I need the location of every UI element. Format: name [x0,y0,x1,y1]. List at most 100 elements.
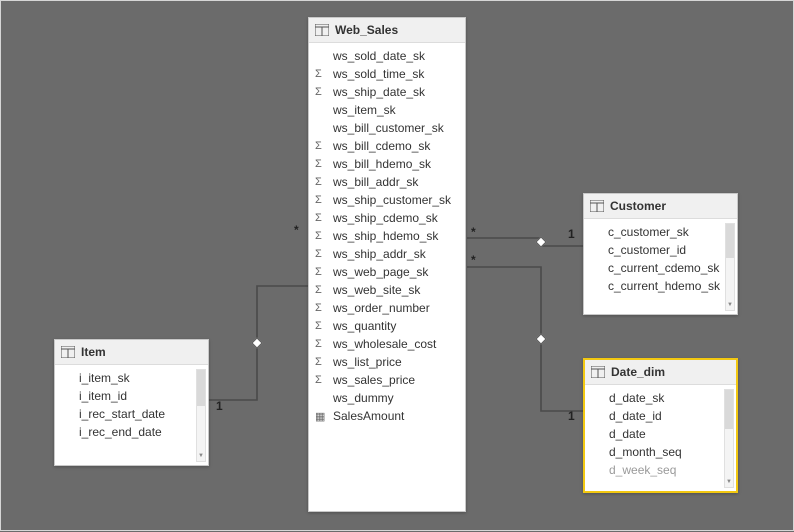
table-header[interactable]: Date_dim [585,360,736,385]
field-row[interactable]: Σws_web_page_sk [309,263,465,281]
field-row[interactable]: Σws_ship_date_sk [309,83,465,101]
field-label: d_date_sk [609,391,728,405]
field-label: ws_order_number [333,301,457,315]
field-row[interactable]: i_rec_start_date [55,405,208,423]
field-label: d_date [609,427,728,441]
table-title: Customer [610,199,666,213]
field-label: ws_ship_hdemo_sk [333,229,457,243]
field-row[interactable]: Σws_sales_price [309,371,465,389]
field-label: c_current_cdemo_sk [608,261,729,275]
table-icon [590,200,604,212]
table-customer[interactable]: Customer c_customer_sk c_customer_id c_c… [583,193,738,315]
table-item[interactable]: Item i_item_sk i_item_id i_rec_start_dat… [54,339,209,466]
field-row[interactable]: Σws_ship_addr_sk [309,245,465,263]
field-row[interactable]: c_current_hdemo_sk [584,277,737,295]
sum-icon: Σ [315,284,331,296]
sum-icon: Σ [315,248,331,260]
field-row[interactable]: Σws_sold_time_sk [309,65,465,83]
relationship-diamond[interactable] [535,236,546,247]
field-label: d_month_seq [609,445,728,459]
table-date-dim[interactable]: Date_dim d_date_sk d_date_id d_date d_mo… [583,358,738,493]
field-label: ws_wholesale_cost [333,337,457,351]
field-label: ws_ship_customer_sk [333,193,457,207]
field-label: ws_sold_date_sk [333,49,457,63]
field-label: ws_quantity [333,319,457,333]
cardinality-label: * [471,225,476,239]
field-row[interactable]: d_month_seq [585,443,736,461]
table-icon [591,366,605,378]
field-row[interactable]: c_current_cdemo_sk [584,259,737,277]
field-row[interactable]: Σws_ship_cdemo_sk [309,209,465,227]
scrollbar[interactable]: ▲▼ [724,389,734,488]
field-label: ws_ship_date_sk [333,85,457,99]
field-row[interactable]: d_date [585,425,736,443]
field-row[interactable]: Σws_bill_addr_sk [309,173,465,191]
scrollbar[interactable]: ▲▼ [196,369,206,462]
field-label: c_current_hdemo_sk [608,279,729,293]
table-web-sales[interactable]: Web_Sales ws_sold_date_sk Σws_sold_time_… [308,17,466,512]
field-label: d_date_id [609,409,728,423]
field-row[interactable]: c_customer_sk [584,223,737,241]
field-label: ws_sold_time_sk [333,67,457,81]
sum-icon: Σ [315,212,331,224]
table-title: Web_Sales [335,23,398,37]
sum-icon: Σ [315,86,331,98]
field-row[interactable]: i_item_sk [55,369,208,387]
field-label: ws_bill_addr_sk [333,175,457,189]
field-row[interactable]: i_rec_end_date [55,423,208,441]
field-label: ws_bill_cdemo_sk [333,139,457,153]
field-label: ws_bill_customer_sk [333,121,457,135]
field-row[interactable]: Σws_web_site_sk [309,281,465,299]
field-row[interactable]: Σws_order_number [309,299,465,317]
relationship-diamond[interactable] [251,337,262,348]
field-row[interactable]: ws_item_sk [309,101,465,119]
field-row[interactable]: i_item_id [55,387,208,405]
cardinality-label: * [294,223,299,237]
field-label: i_item_id [79,389,200,403]
field-row[interactable]: Σws_bill_hdemo_sk [309,155,465,173]
table-icon [315,24,329,36]
table-title: Item [81,345,106,359]
field-list: i_item_sk i_item_id i_rec_start_date i_r… [55,365,208,466]
table-header[interactable]: Customer [584,194,737,219]
field-list: c_customer_sk c_customer_id c_current_cd… [584,219,737,315]
field-row[interactable]: Σws_quantity [309,317,465,335]
cardinality-label: 1 [568,409,575,423]
sum-icon: Σ [315,194,331,206]
field-row[interactable]: ws_sold_date_sk [309,47,465,65]
field-label: ws_ship_addr_sk [333,247,457,261]
cardinality-label: * [471,253,476,267]
field-row[interactable]: d_week_seq [585,461,736,479]
field-label: i_rec_start_date [79,407,200,421]
field-row[interactable]: ws_dummy [309,389,465,407]
field-label: i_item_sk [79,371,200,385]
measure-icon: ▦ [315,410,331,423]
field-row[interactable]: ws_bill_customer_sk [309,119,465,137]
field-label: SalesAmount [333,409,457,423]
field-row[interactable]: c_customer_id [584,241,737,259]
table-title: Date_dim [611,365,665,379]
field-label: d_week_seq [609,463,728,477]
field-row[interactable]: Σws_wholesale_cost [309,335,465,353]
field-row[interactable]: ▦SalesAmount [309,407,465,425]
relationship-diamond[interactable] [535,333,546,344]
field-row[interactable]: d_date_sk [585,389,736,407]
field-list: ws_sold_date_sk Σws_sold_time_sk Σws_shi… [309,43,465,512]
field-label: c_customer_id [608,243,729,257]
field-row[interactable]: Σws_list_price [309,353,465,371]
table-header[interactable]: Web_Sales [309,18,465,43]
field-row[interactable]: Σws_ship_customer_sk [309,191,465,209]
sum-icon: Σ [315,230,331,242]
sum-icon: Σ [315,338,331,350]
sum-icon: Σ [315,374,331,386]
field-label: ws_ship_cdemo_sk [333,211,457,225]
sum-icon: Σ [315,320,331,332]
field-label: ws_item_sk [333,103,457,117]
model-canvas[interactable]: 1 * 1 * 1 * Item i_item_sk i_item_id i_r… [1,1,793,530]
field-row[interactable]: Σws_bill_cdemo_sk [309,137,465,155]
field-row[interactable]: Σws_ship_hdemo_sk [309,227,465,245]
field-list: d_date_sk d_date_id d_date d_month_seq d… [585,385,736,492]
table-header[interactable]: Item [55,340,208,365]
field-row[interactable]: d_date_id [585,407,736,425]
scrollbar[interactable]: ▲▼ [725,223,735,311]
